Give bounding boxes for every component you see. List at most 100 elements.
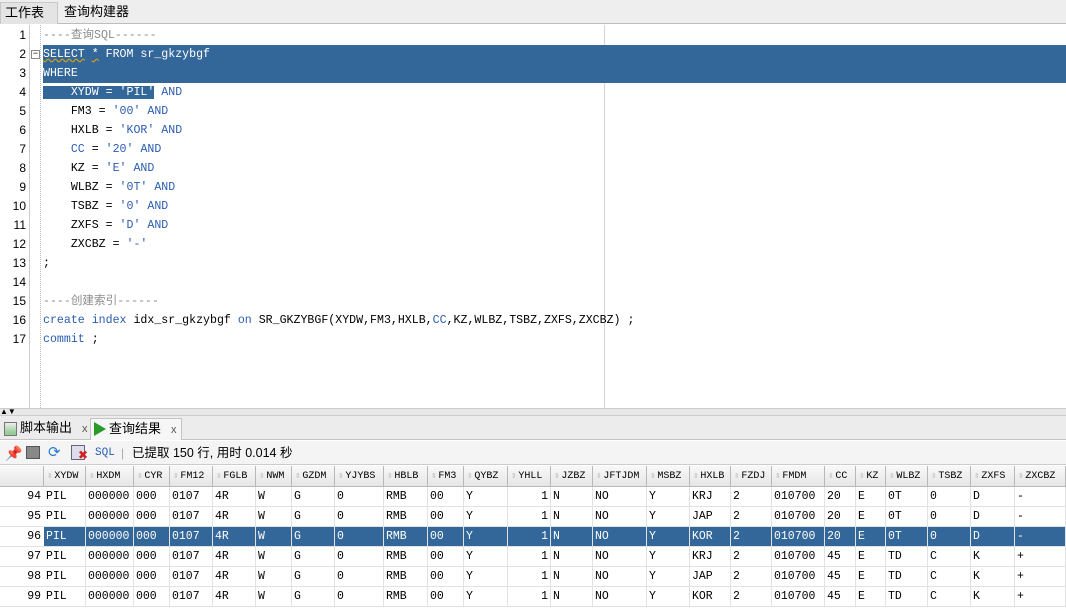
sort-icon[interactable]: ⇳ xyxy=(775,471,780,481)
cell-fm12[interactable]: 0107 xyxy=(170,587,213,607)
cell-wlbz[interactable]: TD xyxy=(886,587,928,607)
column-header-cyr[interactable]: ⇳ CYR xyxy=(134,466,170,487)
cell-hxdm[interactable]: 000000 xyxy=(86,487,134,507)
cell-hxlb[interactable]: KRJ xyxy=(690,547,731,567)
cell-fm12[interactable]: 0107 xyxy=(170,507,213,527)
table-row[interactable]: 96 PIL 000000 000 0107 4R W G 0 RMB 00 Y 1 N NO Y KOR 2 01… xyxy=(0,527,1066,547)
row-number[interactable]: 97 xyxy=(0,547,44,567)
cell-qybz[interactable]: Y xyxy=(464,527,508,547)
cell-yjybs[interactable]: 0 xyxy=(335,507,384,527)
cell-hblb[interactable]: RMB xyxy=(384,507,428,527)
cell-zxfs[interactable]: D xyxy=(971,507,1015,527)
code-line[interactable]: 11 ZXFS = 'D' AND xyxy=(0,216,1066,235)
cell-cc[interactable]: 45 xyxy=(825,547,856,567)
sort-icon[interactable]: ⇳ xyxy=(259,471,264,481)
cell-nwm[interactable]: W xyxy=(256,567,292,587)
sort-icon[interactable]: ⇳ xyxy=(734,471,739,481)
code-line[interactable]: 6 HXLB = 'KOR' AND xyxy=(0,121,1066,140)
cell-cc[interactable]: 20 xyxy=(825,487,856,507)
cell-cyr[interactable]: 000 xyxy=(134,527,170,547)
cell-xydw[interactable]: PIL xyxy=(44,527,86,547)
column-header-qybz[interactable]: ⇳ QYBZ xyxy=(464,466,508,487)
cell-jftjdm[interactable]: NO xyxy=(593,527,647,547)
column-header-kz[interactable]: ⇳ KZ xyxy=(856,466,886,487)
cell-xydw[interactable]: PIL xyxy=(44,587,86,607)
sort-icon[interactable]: ⇳ xyxy=(554,471,559,481)
cell-wlbz[interactable]: TD xyxy=(886,567,928,587)
cell-hxlb[interactable]: KOR xyxy=(690,527,731,547)
sort-icon[interactable]: ⇳ xyxy=(89,471,94,481)
column-header-gzdm[interactable]: ⇳ GZDM xyxy=(292,466,335,487)
cell-fmdm[interactable]: 010700 xyxy=(772,587,825,607)
cell-fmdm[interactable]: 010700 xyxy=(772,527,825,547)
cell-gzdm[interactable]: G xyxy=(292,567,335,587)
cell-jzbz[interactable]: N xyxy=(551,507,593,527)
column-header-zxfs[interactable]: ⇳ ZXFS xyxy=(971,466,1015,487)
tab-worksheet[interactable]: 工作表 xyxy=(0,2,58,24)
cell-xydw[interactable]: PIL xyxy=(44,567,86,587)
cell-gzdm[interactable]: G xyxy=(292,527,335,547)
cell-yjybs[interactable]: 0 xyxy=(335,487,384,507)
cell-jftjdm[interactable]: NO xyxy=(593,547,647,567)
code-line[interactable]: 4 XYDW = 'PIL' AND xyxy=(0,83,1066,102)
cell-fm12[interactable]: 0107 xyxy=(170,567,213,587)
cell-msbz[interactable]: Y xyxy=(647,487,690,507)
cell-fm12[interactable]: 0107 xyxy=(170,547,213,567)
sort-icon[interactable]: ⇳ xyxy=(295,471,300,481)
cell-fm12[interactable]: 0107 xyxy=(170,487,213,507)
cell-hblb[interactable]: RMB xyxy=(384,547,428,567)
cell-qybz[interactable]: Y xyxy=(464,587,508,607)
sql-button[interactable]: SQL xyxy=(95,441,115,465)
cell-hblb[interactable]: RMB xyxy=(384,487,428,507)
sort-icon[interactable]: ⇳ xyxy=(387,471,392,481)
cell-fglb[interactable]: 4R xyxy=(213,587,256,607)
cell-tsbz[interactable]: C xyxy=(928,567,971,587)
cell-wlbz[interactable]: 0T xyxy=(886,507,928,527)
cell-jftjdm[interactable]: NO xyxy=(593,567,647,587)
sort-icon[interactable]: ⇳ xyxy=(828,471,833,481)
sort-icon[interactable]: ⇳ xyxy=(137,471,142,481)
cell-fmdm[interactable]: 010700 xyxy=(772,567,825,587)
cell-hxlb[interactable]: JAP xyxy=(690,567,731,587)
cell-jzbz[interactable]: N xyxy=(551,547,593,567)
cell-fm12[interactable]: 0107 xyxy=(170,527,213,547)
print-icon[interactable] xyxy=(26,446,40,459)
cell-fm3[interactable]: 00 xyxy=(428,547,464,567)
cell-cyr[interactable]: 000 xyxy=(134,487,170,507)
sort-icon[interactable]: ⇳ xyxy=(467,471,472,481)
code-line[interactable]: 3 WHERE xyxy=(0,64,1066,83)
column-header-hblb[interactable]: ⇳ HBLB xyxy=(384,466,428,487)
cell-nwm[interactable]: W xyxy=(256,487,292,507)
panel-splitter[interactable]: ▲▼ xyxy=(0,408,1066,416)
cell-tsbz[interactable]: 0 xyxy=(928,507,971,527)
cell-zxcbz[interactable]: - xyxy=(1015,507,1066,527)
cell-msbz[interactable]: Y xyxy=(647,527,690,547)
cell-gzdm[interactable]: G xyxy=(292,487,335,507)
cell-fm3[interactable]: 00 xyxy=(428,527,464,547)
cell-xydw[interactable]: PIL xyxy=(44,487,86,507)
cell-kz[interactable]: E xyxy=(856,587,886,607)
column-header-fm3[interactable]: ⇳ FM3 xyxy=(428,466,464,487)
table-row[interactable]: 94 PIL 000000 000 0107 4R W G 0 RMB 00 Y 1 N NO Y KRJ 2 01… xyxy=(0,487,1066,507)
cell-cc[interactable]: 45 xyxy=(825,587,856,607)
sort-icon[interactable]: ⇳ xyxy=(596,471,601,481)
cell-zxcbz[interactable]: + xyxy=(1015,587,1066,607)
sort-icon[interactable]: ⇳ xyxy=(216,471,221,481)
cell-tsbz[interactable]: 0 xyxy=(928,487,971,507)
cell-fmdm[interactable]: 010700 xyxy=(772,507,825,527)
row-number[interactable]: 95 xyxy=(0,507,44,527)
fold-toggle-icon[interactable]: − xyxy=(31,50,40,59)
cell-yjybs[interactable]: 0 xyxy=(335,527,384,547)
column-header-yhll[interactable]: ⇳ YHLL xyxy=(508,466,551,487)
column-header-jzbz[interactable]: ⇳ JZBZ xyxy=(551,466,593,487)
code-line[interactable]: 13; xyxy=(0,254,1066,273)
cell-tsbz[interactable]: C xyxy=(928,547,971,567)
cell-jzbz[interactable]: N xyxy=(551,567,593,587)
sql-editor[interactable]: 1 ----查询SQL------ 2− SELECT * FROM sr_gkzyb… xyxy=(0,25,1066,408)
cell-cyr[interactable]: 000 xyxy=(134,507,170,527)
cell-nwm[interactable]: W xyxy=(256,547,292,567)
cell-hblb[interactable]: RMB xyxy=(384,567,428,587)
sort-icon[interactable]: ⇳ xyxy=(47,471,52,481)
code-line[interactable]: 17 commit ; xyxy=(0,330,1066,349)
column-header-yjybs[interactable]: ⇳ YJYBS xyxy=(335,466,384,487)
